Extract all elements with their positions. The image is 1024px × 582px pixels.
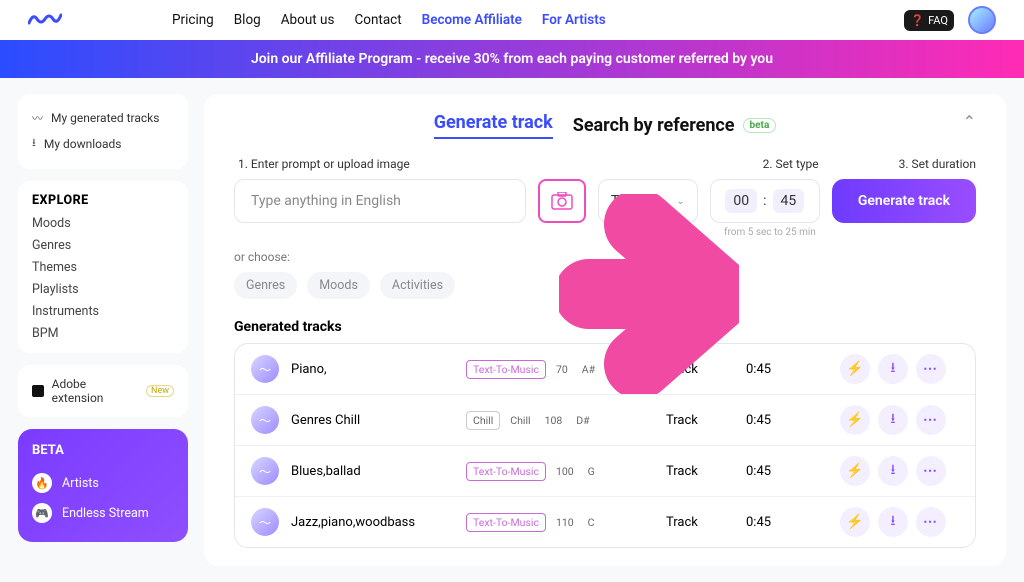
download-icon[interactable]: ⭳ <box>878 354 908 384</box>
track-tags: Text-To-Music110C <box>466 513 666 532</box>
track-icon: 〜 <box>251 406 279 434</box>
chip-genres[interactable]: Genres <box>234 272 297 299</box>
beta-artists[interactable]: 🔥Artists <box>32 468 174 498</box>
download-icon[interactable]: ⭳ <box>878 507 908 537</box>
more-icon[interactable]: ⋯ <box>916 456 946 486</box>
affiliate-banner[interactable]: Join our Affiliate Program - receive 30%… <box>0 40 1024 78</box>
beta-endless-stream[interactable]: 🎮Endless Stream <box>32 498 174 528</box>
flame-icon: 🔥 <box>32 473 52 493</box>
type-select[interactable]: Track⌄ <box>598 179 698 223</box>
track-icon: 〜 <box>251 508 279 536</box>
track-title: Blues,ballad <box>291 464 466 479</box>
track-duration: 0:45 <box>746 362 816 377</box>
download-icon[interactable]: ⭳ <box>878 405 908 435</box>
track-tags: Text-To-Music70A# <box>466 360 666 379</box>
explore-playlists[interactable]: Playlists <box>32 282 174 297</box>
track-duration: 0:45 <box>746 464 816 479</box>
beta-badge: beta <box>743 118 777 133</box>
collapse-icon[interactable]: ⌃ <box>963 112 976 131</box>
explore-instruments[interactable]: Instruments <box>32 304 174 319</box>
faq-button[interactable]: ❓FAQ <box>904 10 954 31</box>
track-icon: 〜 <box>251 355 279 383</box>
nav-affiliate[interactable]: Become Affiliate <box>422 12 522 28</box>
download-icon: ⭳ <box>32 134 36 153</box>
generated-tracks-heading: Generated tracks <box>234 319 976 335</box>
duration-input[interactable]: 00 : 45 <box>710 179 820 223</box>
explore-bpm[interactable]: BPM <box>32 326 174 341</box>
adobe-extension-link[interactable]: Adobe extension New <box>32 377 174 405</box>
nav-artists[interactable]: For Artists <box>542 12 606 28</box>
camera-icon <box>551 192 573 210</box>
track-type: Track <box>666 362 746 377</box>
nav-about[interactable]: About us <box>281 12 335 28</box>
track-tags: ChillChill108D# <box>466 411 666 430</box>
track-duration: 0:45 <box>746 413 816 428</box>
beta-heading: BETA <box>32 443 174 458</box>
track-type: Track <box>666 413 746 428</box>
bolt-icon[interactable]: ⚡ <box>840 354 870 384</box>
explore-genres[interactable]: Genres <box>32 238 174 253</box>
track-type: Track <box>666 515 746 530</box>
chevron-down-icon: ⌄ <box>676 196 684 207</box>
sidebar-downloads[interactable]: ⭳My downloads <box>32 130 174 157</box>
bolt-icon[interactable]: ⚡ <box>840 507 870 537</box>
table-row[interactable]: 〜 Jazz,piano,woodbassText-To-Music110CTra… <box>235 497 975 547</box>
explore-themes[interactable]: Themes <box>32 260 174 275</box>
more-icon[interactable]: ⋯ <box>916 354 946 384</box>
track-icon: 〜 <box>251 457 279 485</box>
minutes-field[interactable]: 00 <box>725 189 757 213</box>
table-row[interactable]: 〜 Blues,balladText-To-Music100GTrack0:45 ⚡… <box>235 446 975 497</box>
wave-icon: 〰 <box>32 110 43 126</box>
sidebar-generated-tracks[interactable]: 〰My generated tracks <box>32 106 174 130</box>
step2-label: 2. Set type <box>763 157 819 171</box>
tab-generate-track[interactable]: Generate track <box>434 112 553 139</box>
track-title: Piano, <box>291 362 466 377</box>
chip-activities[interactable]: Activities <box>380 272 455 299</box>
track-title: Genres Chill <box>291 413 466 428</box>
new-badge: New <box>146 385 174 397</box>
chip-moods[interactable]: Moods <box>307 272 370 299</box>
track-tags: Text-To-Music100G <box>466 462 666 481</box>
generate-track-button[interactable]: Generate track <box>832 179 976 223</box>
bolt-icon[interactable]: ⚡ <box>840 405 870 435</box>
adobe-icon <box>32 385 44 397</box>
upload-image-button[interactable] <box>538 179 586 223</box>
tab-search-reference[interactable]: Search by referencebeta <box>573 115 777 136</box>
nav-blog[interactable]: Blog <box>234 12 261 28</box>
table-row[interactable]: 〜 Piano,Text-To-Music70A#Track0:45 ⚡ ⭳ ⋯ <box>235 344 975 395</box>
more-icon[interactable]: ⋯ <box>916 405 946 435</box>
explore-heading: EXPLORE <box>32 193 174 208</box>
bolt-icon[interactable]: ⚡ <box>840 456 870 486</box>
download-icon[interactable]: ⭳ <box>878 456 908 486</box>
explore-moods[interactable]: Moods <box>32 216 174 231</box>
seconds-field[interactable]: 45 <box>773 189 805 213</box>
nav-contact[interactable]: Contact <box>354 12 401 28</box>
controller-icon: 🎮 <box>32 503 52 523</box>
track-type: Track <box>666 464 746 479</box>
step3-label: 3. Set duration <box>899 157 976 171</box>
prompt-input[interactable]: Type anything in English <box>234 179 526 223</box>
step1-label: 1. Enter prompt or upload image <box>238 157 410 171</box>
track-title: Jazz,piano,woodbass <box>291 515 466 530</box>
duration-hint: from 5 sec to 25 min <box>724 227 976 238</box>
track-duration: 0:45 <box>746 515 816 530</box>
more-icon[interactable]: ⋯ <box>916 507 946 537</box>
table-row[interactable]: 〜 Genres ChillChillChill108D#Track0:45 ⚡ ⭳ ⋯ <box>235 395 975 446</box>
logo-icon[interactable] <box>28 8 62 33</box>
avatar[interactable] <box>968 6 996 34</box>
or-choose-label: or choose: <box>234 250 976 264</box>
nav-pricing[interactable]: Pricing <box>172 12 214 28</box>
